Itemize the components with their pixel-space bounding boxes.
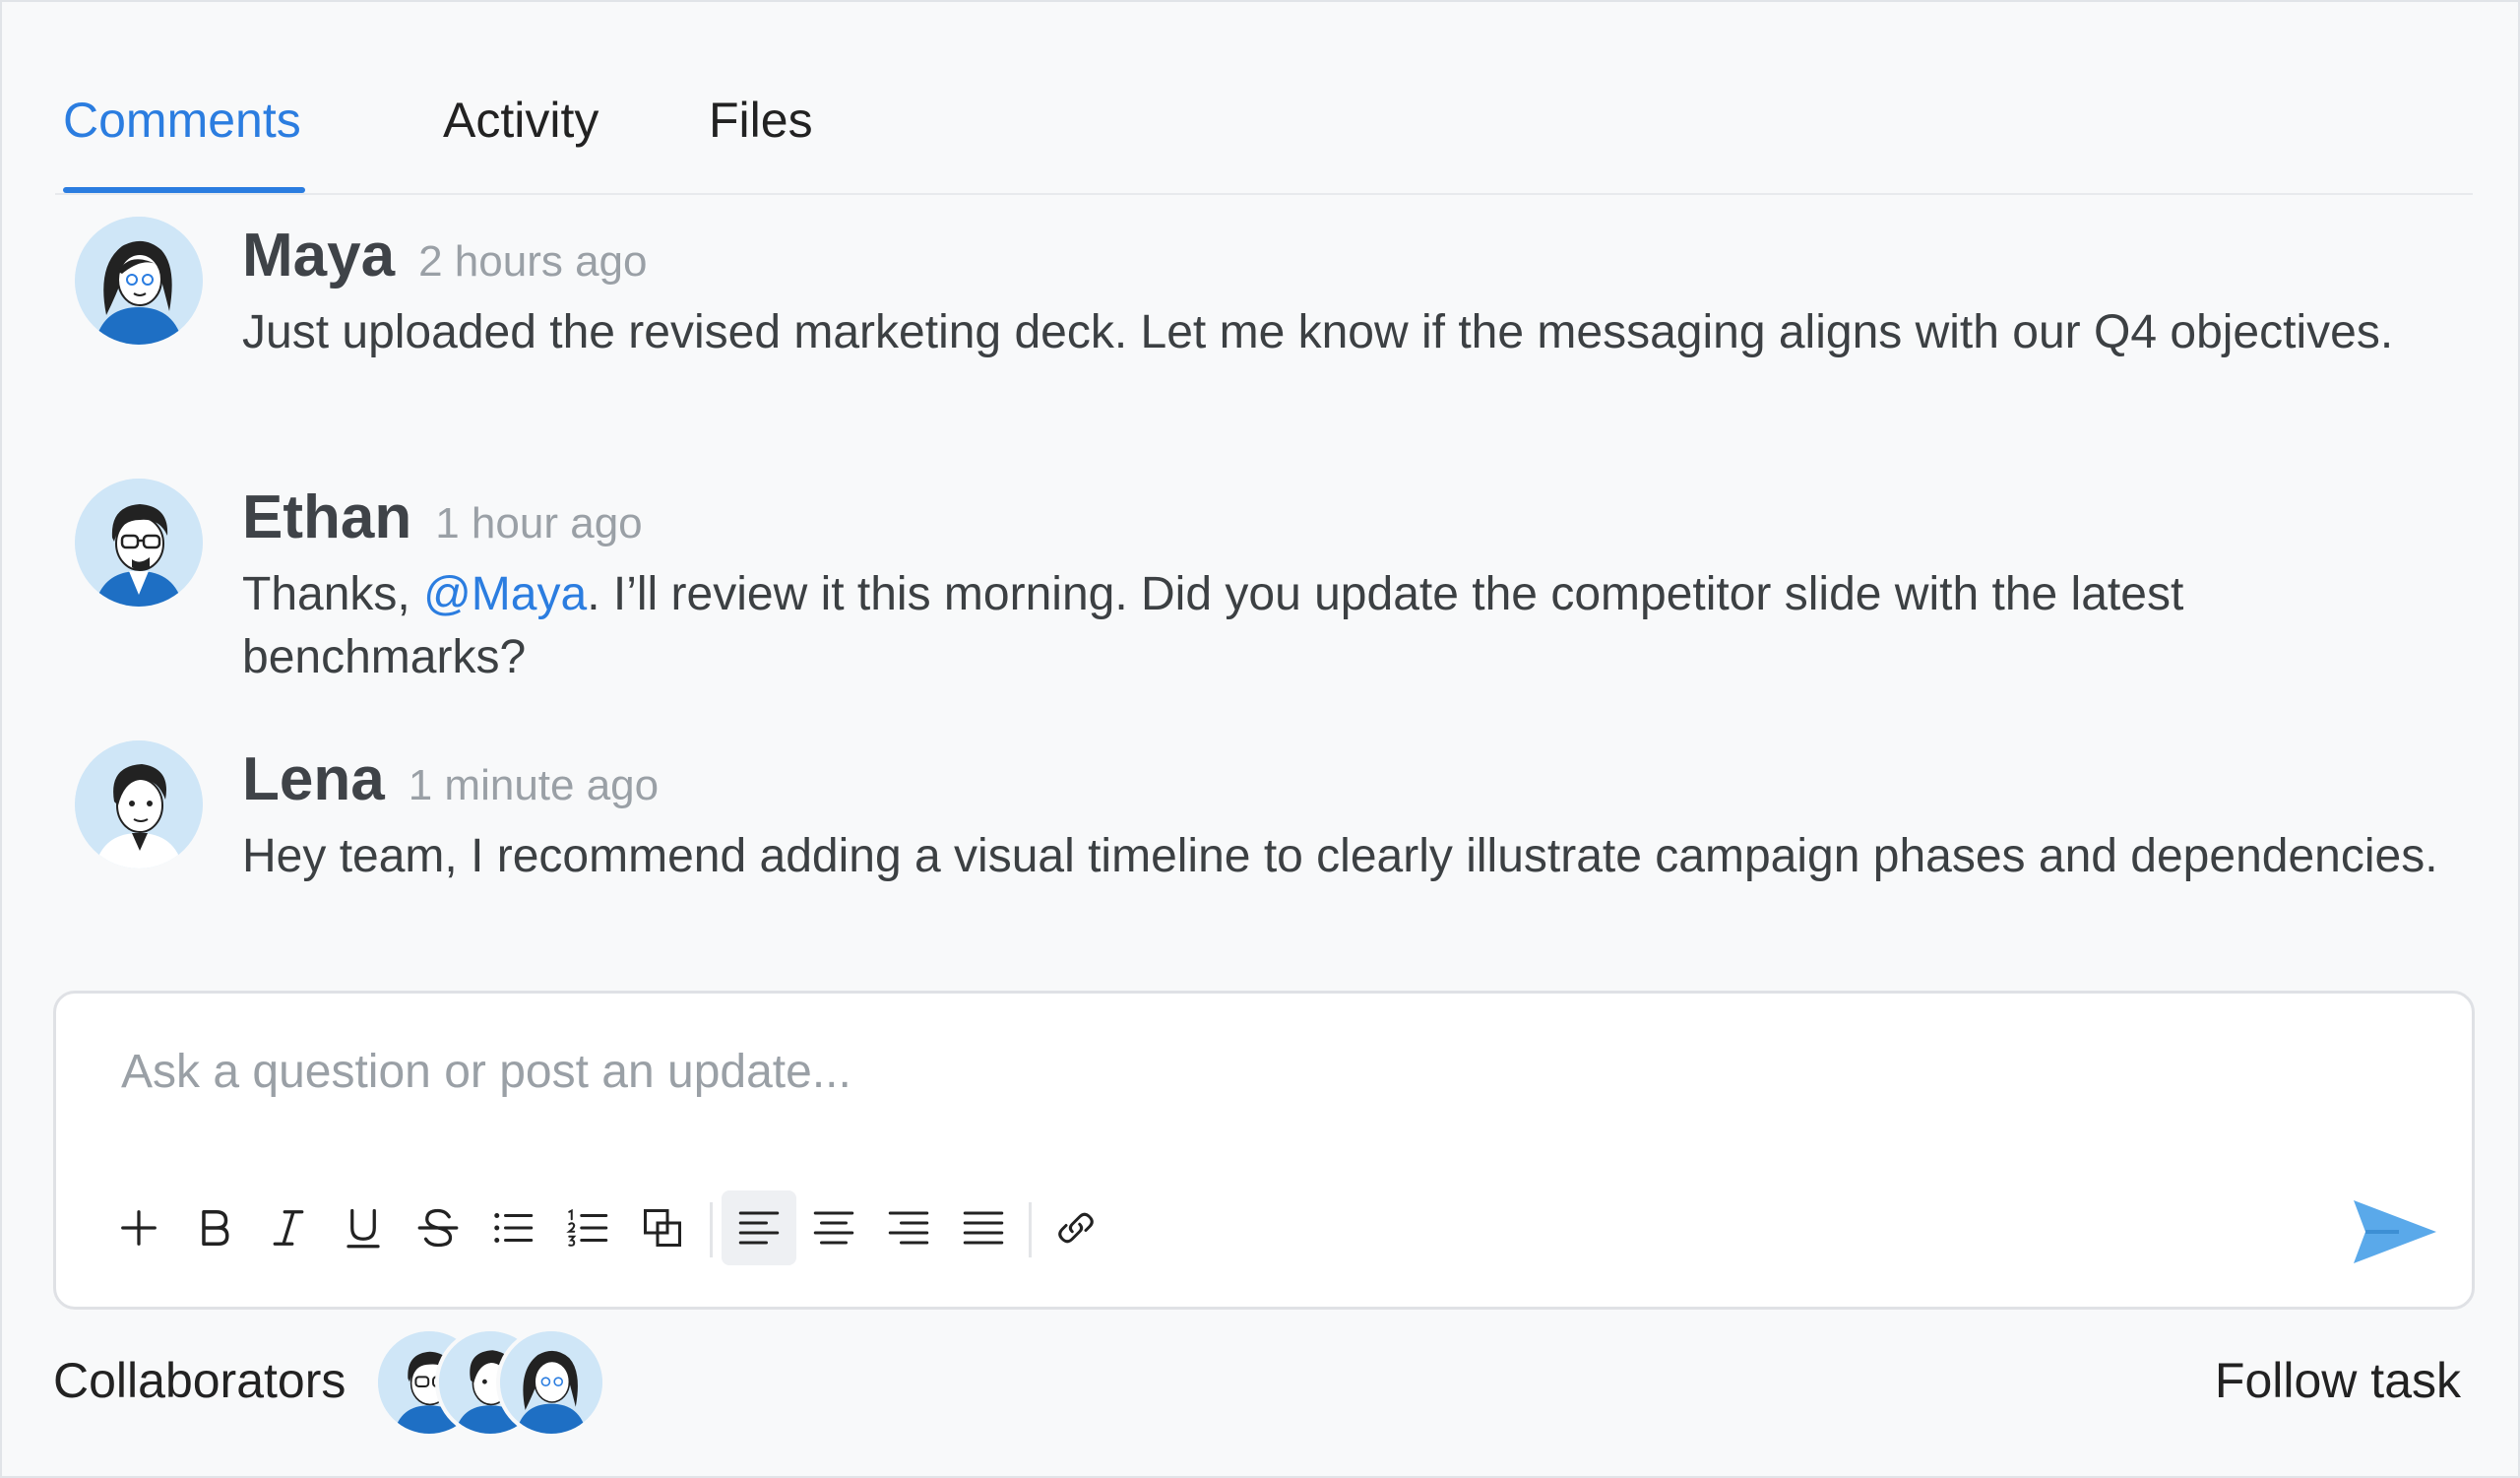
tab-comments[interactable]: Comments	[63, 91, 301, 150]
send-icon[interactable]	[2350, 1194, 2440, 1269]
italic-icon[interactable]	[251, 1190, 326, 1265]
comment-composer	[53, 991, 2475, 1310]
tab-files[interactable]: Files	[709, 91, 813, 150]
comment-author: Ethan 1 hour ago	[242, 482, 643, 559]
align-justify-icon[interactable]	[946, 1190, 1021, 1265]
woman-avatar-icon[interactable]	[75, 217, 203, 345]
comments-panel: Comments Activity Files Maya 2 hours ago …	[0, 0, 2520, 1478]
comment-body: Just uploaded the revised marketing deck…	[242, 306, 2394, 358]
author-name: Ethan	[242, 483, 412, 551]
plus-icon[interactable]	[101, 1190, 176, 1265]
comment-timestamp: 1 minute ago	[408, 761, 660, 809]
toolbar-divider	[710, 1202, 713, 1257]
active-tab-indicator	[63, 187, 305, 193]
bold-icon[interactable]	[176, 1190, 251, 1265]
copy-block-icon[interactable]	[625, 1190, 700, 1265]
man-glasses-avatar-icon[interactable]	[75, 479, 203, 607]
author-name: Maya	[242, 222, 396, 289]
tab-bar: Comments Activity Files	[55, 2, 2473, 195]
comment-timestamp: 2 hours ago	[418, 237, 648, 286]
follow-task-button[interactable]: Follow task	[2215, 1351, 2461, 1410]
collaborators-label: Collaborators	[53, 1353, 346, 1408]
woman-avatar-icon[interactable]	[496, 1327, 606, 1438]
comment-author: Maya 2 hours ago	[242, 221, 648, 297]
comment-timestamp: 1 hour ago	[435, 499, 643, 547]
underline-icon[interactable]	[326, 1190, 401, 1265]
comment-text: Thanks,	[242, 568, 424, 620]
align-center-icon[interactable]	[796, 1190, 871, 1265]
comment-input[interactable]	[121, 1045, 2287, 1099]
strikethrough-icon[interactable]	[401, 1190, 475, 1265]
align-left-icon[interactable]	[722, 1190, 796, 1265]
tab-activity[interactable]: Activity	[443, 91, 598, 150]
link-icon[interactable]	[1039, 1190, 1113, 1265]
comment-author: Lena 1 minute ago	[242, 744, 659, 821]
align-right-icon[interactable]	[871, 1190, 946, 1265]
numbered-list-icon[interactable]	[550, 1190, 625, 1265]
person-avatar-icon[interactable]	[75, 740, 203, 868]
bullet-list-icon[interactable]	[475, 1190, 550, 1265]
mention-link[interactable]: @Maya	[423, 568, 587, 620]
comment-body: Thanks, @Maya. I’ll review it this morni…	[242, 563, 2457, 689]
comment-body: Hey team, I recommend adding a visual ti…	[242, 830, 2438, 882]
collaborators-avatars[interactable]	[374, 1327, 606, 1438]
toolbar-divider	[1029, 1202, 1032, 1257]
author-name: Lena	[242, 745, 385, 813]
